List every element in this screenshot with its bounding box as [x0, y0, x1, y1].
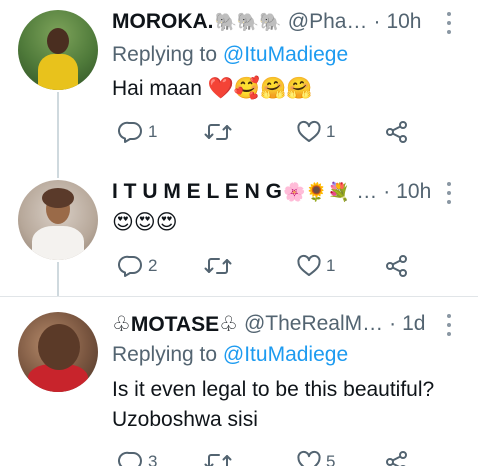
retweet-icon	[204, 454, 232, 466]
tweet-text-line: Uzoboshwa sisi	[112, 408, 258, 431]
timestamp[interactable]: 10h	[386, 10, 421, 34]
like-count: 1	[326, 122, 336, 141]
separator: ·	[373, 10, 381, 33]
tweet-text: 😍😍😍	[112, 208, 178, 238]
avatar[interactable]	[18, 10, 98, 90]
name-emoji: 🌸🌻💐	[282, 181, 351, 202]
avatar-figure	[38, 324, 80, 370]
more-icon[interactable]	[446, 182, 452, 204]
retweet-button[interactable]	[204, 120, 236, 144]
reply-icon	[118, 255, 142, 277]
tweet-header: MOROKA. 🐘🐘🐘 @Pha… · 10h	[112, 8, 421, 36]
retweet-icon	[204, 124, 232, 140]
avatar-figure	[42, 188, 74, 208]
share-icon	[386, 121, 407, 143]
tweet[interactable]: ♧MOTASE♧ @TheRealM… · 1d Replying to @It…	[0, 297, 478, 466]
display-name[interactable]: I T U M E L E N G	[112, 180, 282, 204]
replying-to: Replying to @ItuMadiege	[112, 43, 348, 67]
tweet-emoji: ❤️🥰🤗🤗	[207, 77, 313, 100]
reply-button[interactable]: 3	[118, 450, 157, 466]
display-name[interactable]: MOROKA.	[112, 10, 214, 34]
replying-prefix: Replying to	[112, 43, 218, 66]
tweet-header: I T U M E L E N G 🌸🌻💐 … · 10h	[112, 178, 431, 206]
tweet[interactable]: MOROKA. 🐘🐘🐘 @Pha… · 10h Replying to @Itu…	[0, 0, 478, 170]
tweet-text: Hai maan ❤️🥰🤗🤗	[112, 74, 312, 104]
share-icon	[386, 451, 407, 466]
avatar-figure	[47, 28, 69, 54]
action-bar: 2 1	[112, 254, 432, 278]
share-icon	[386, 255, 407, 277]
share-button[interactable]	[384, 450, 410, 466]
mention-link[interactable]: @ItuMadiege	[223, 343, 348, 366]
reply-button[interactable]: 2	[118, 254, 157, 278]
share-button[interactable]	[384, 120, 410, 144]
like-count: 1	[326, 256, 336, 275]
reply-button[interactable]: 1	[118, 120, 157, 144]
action-bar: 3 5	[112, 450, 432, 466]
separator: ·	[383, 180, 391, 203]
display-name[interactable]: ♧MOTASE♧	[112, 312, 238, 337]
replying-prefix: Replying to	[112, 343, 218, 366]
name-emoji: 🐘🐘🐘	[214, 11, 282, 32]
action-bar: 1 1	[112, 120, 432, 144]
avatar[interactable]	[18, 312, 98, 392]
reply-count: 2	[148, 256, 158, 275]
mention-link[interactable]: @ItuMadiege	[223, 43, 348, 66]
reply-icon	[118, 121, 142, 143]
retweet-button[interactable]	[204, 450, 236, 466]
tweet-text-line: Is it even legal to be this beautiful?	[112, 378, 435, 401]
tweet[interactable]: I T U M E L E N G 🌸🌻💐 … · 10h 😍😍😍 2 1	[0, 170, 478, 296]
like-icon	[297, 450, 321, 466]
retweet-button[interactable]	[204, 254, 236, 278]
replying-to: Replying to @ItuMadiege	[112, 343, 348, 367]
reply-count: 1	[148, 122, 158, 141]
tweet-text: Is it even legal to be this beautiful? U…	[112, 375, 434, 435]
like-button[interactable]: 5	[296, 450, 335, 466]
like-count: 5	[326, 452, 336, 466]
user-handle[interactable]: @TheRealM…	[244, 312, 383, 336]
like-button[interactable]: 1	[296, 254, 335, 278]
user-handle[interactable]: @Pha…	[288, 10, 368, 34]
like-icon	[297, 120, 321, 142]
timestamp[interactable]: 1d	[402, 312, 425, 336]
user-handle[interactable]: …	[356, 180, 377, 204]
more-icon[interactable]	[446, 12, 452, 34]
retweet-icon	[204, 258, 232, 274]
timestamp[interactable]: 10h	[396, 180, 431, 204]
avatar-figure	[32, 226, 84, 260]
separator: ·	[389, 312, 397, 335]
tweet-header: ♧MOTASE♧ @TheRealM… · 1d	[112, 310, 425, 338]
avatar[interactable]	[18, 180, 98, 260]
share-button[interactable]	[384, 254, 410, 278]
avatar-figure	[38, 54, 78, 90]
tweet-emoji: 😍😍😍	[112, 211, 178, 234]
like-icon	[297, 254, 321, 276]
like-button[interactable]: 1	[296, 120, 335, 144]
timeline: MOROKA. 🐘🐘🐘 @Pha… · 10h Replying to @Itu…	[0, 0, 478, 466]
reply-count: 3	[148, 452, 158, 466]
more-icon[interactable]	[446, 314, 452, 336]
tweet-text-content: Hai maan	[112, 77, 202, 100]
reply-icon	[118, 451, 142, 466]
